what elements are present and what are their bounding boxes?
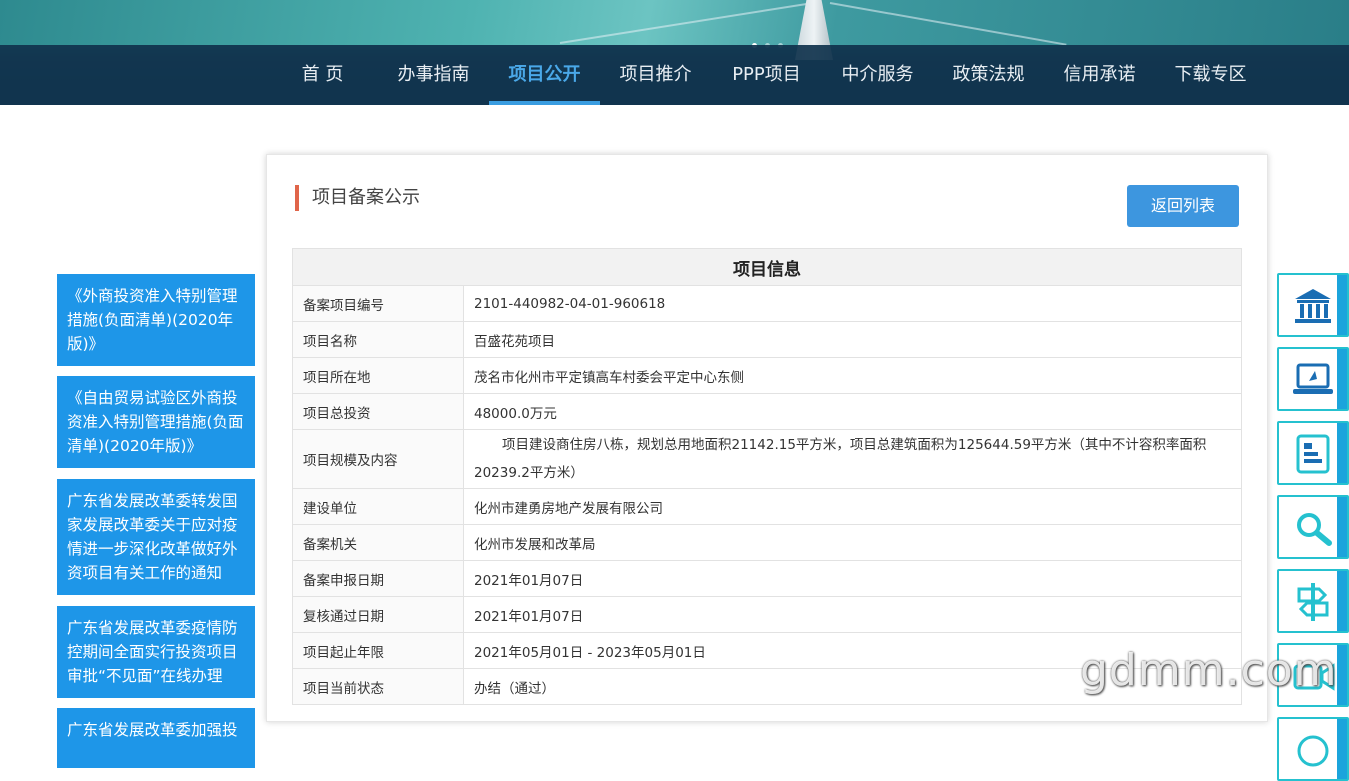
field-label: 项目总投资 bbox=[292, 393, 464, 430]
tool-edge-bar bbox=[1337, 645, 1347, 705]
nav-project-disclosure[interactable]: 项目公开 bbox=[489, 45, 600, 105]
tool-edge-bar bbox=[1337, 571, 1347, 631]
field-label: 备案申报日期 bbox=[292, 560, 464, 597]
tool-edge-bar bbox=[1337, 497, 1347, 557]
tool-edge-bar bbox=[1337, 719, 1347, 779]
page-title: 项目备案公示 bbox=[295, 185, 420, 211]
field-value: 项目建设商住房八栋，规划总用地面积21142.15平方米，项目总建筑面积为125… bbox=[463, 429, 1242, 489]
tool-search[interactable] bbox=[1277, 495, 1349, 559]
watermark: gdmm.com bbox=[1080, 645, 1338, 696]
project-detail-card: 项目备案公示 返回列表 项目信息 备案项目编号 2101-440982-04-0… bbox=[266, 154, 1268, 722]
field-label: 项目当前状态 bbox=[292, 668, 464, 705]
table-row: 建设单位 化州市建勇房地产发展有限公司 bbox=[292, 488, 1242, 525]
field-value: 化州市发展和改革局 bbox=[463, 524, 1242, 561]
table-row: 备案申报日期 2021年01月07日 bbox=[292, 560, 1242, 597]
signpost-icon bbox=[1297, 583, 1329, 621]
field-value: 茂名市化州市平定镇高车村委会平定中心东侧 bbox=[463, 357, 1242, 394]
table-row: 项目所在地 茂名市化州市平定镇高车村委会平定中心东侧 bbox=[292, 357, 1242, 394]
sidebar-link[interactable]: 广东省发展改革委转发国家发展改革委关于应对疫情进一步深化改革做好外资项目有关工作… bbox=[57, 479, 255, 595]
field-label: 备案机关 bbox=[292, 524, 464, 561]
document-chart-icon bbox=[1296, 434, 1330, 474]
tool-more[interactable] bbox=[1277, 717, 1349, 781]
field-value: 2021年01月07日 bbox=[463, 596, 1242, 633]
main-nav: 首 页 办事指南 项目公开 项目推介 PPP项目 中介服务 政策法规 信用承诺 … bbox=[0, 45, 1349, 105]
laptop-icon bbox=[1293, 363, 1333, 394]
field-label: 项目规模及内容 bbox=[292, 429, 464, 489]
sidebar-link[interactable]: 广东省发展改革委疫情防控期间全面实行投资项目审批“不见面”在线办理 bbox=[57, 606, 255, 698]
tool-edge-bar bbox=[1337, 275, 1347, 335]
nav-policies[interactable]: 政策法规 bbox=[933, 45, 1044, 105]
field-value: 48000.0万元 bbox=[463, 393, 1242, 430]
field-value: 百盛花苑项目 bbox=[463, 321, 1242, 358]
field-label: 项目名称 bbox=[292, 321, 464, 358]
nav-downloads[interactable]: 下载专区 bbox=[1155, 45, 1266, 105]
field-value: 化州市建勇房地产发展有限公司 bbox=[463, 488, 1242, 525]
table-row: 复核通过日期 2021年01月07日 bbox=[292, 596, 1242, 633]
nav-project-promotion[interactable]: 项目推介 bbox=[600, 45, 711, 105]
building-icon bbox=[1295, 289, 1331, 323]
tool-edge-bar bbox=[1337, 423, 1347, 483]
table-row: 备案项目编号 2101-440982-04-01-960618 bbox=[292, 285, 1242, 322]
tool-government-building[interactable] bbox=[1277, 273, 1349, 337]
table-row: 项目总投资 48000.0万元 bbox=[292, 393, 1242, 430]
table-header: 项目信息 bbox=[292, 248, 1242, 286]
header-banner: 首 页 办事指南 项目公开 项目推介 PPP项目 中介服务 政策法规 信用承诺 … bbox=[0, 0, 1349, 105]
field-label: 复核通过日期 bbox=[292, 596, 464, 633]
table-row: 项目规模及内容 项目建设商住房八栋，规划总用地面积21142.15平方米，项目总… bbox=[292, 429, 1242, 489]
nav-ppp[interactable]: PPP项目 bbox=[711, 45, 822, 105]
banner-image bbox=[0, 0, 1349, 45]
nav-agency-services[interactable]: 中介服务 bbox=[822, 45, 933, 105]
search-icon bbox=[1297, 513, 1332, 546]
nav-guide[interactable]: 办事指南 bbox=[378, 45, 489, 105]
nav-credit-commitment[interactable]: 信用承诺 bbox=[1044, 45, 1155, 105]
table-row: 项目名称 百盛花苑项目 bbox=[292, 321, 1242, 358]
field-value: 2101-440982-04-01-960618 bbox=[463, 285, 1242, 322]
field-value: 2021年01月07日 bbox=[463, 560, 1242, 597]
back-to-list-button[interactable]: 返回列表 bbox=[1127, 185, 1239, 227]
field-label: 项目所在地 bbox=[292, 357, 464, 394]
sidebar-link[interactable]: 《外商投资准入特别管理措施(负面清单)(2020年版)》 bbox=[57, 274, 255, 366]
tool-online-service[interactable] bbox=[1277, 347, 1349, 411]
tool-edge-bar bbox=[1337, 349, 1347, 409]
field-label: 备案项目编号 bbox=[292, 285, 464, 322]
field-label: 建设单位 bbox=[292, 488, 464, 525]
field-label: 项目起止年限 bbox=[292, 632, 464, 669]
sidebar-link[interactable]: 广东省发展改革委加强投 bbox=[57, 708, 255, 768]
nav-active-indicator bbox=[489, 101, 600, 105]
project-info-table: 项目信息 备案项目编号 2101-440982-04-01-960618 项目名… bbox=[292, 248, 1242, 705]
table-row: 备案机关 化州市发展和改革局 bbox=[292, 524, 1242, 561]
tool-guide[interactable] bbox=[1277, 569, 1349, 633]
tool-statistics[interactable] bbox=[1277, 421, 1349, 485]
nav-home[interactable]: 首 页 bbox=[267, 45, 378, 105]
sidebar-link[interactable]: 《自由贸易试验区外商投资准入特别管理措施(负面清单)(2020年版)》 bbox=[57, 376, 255, 468]
